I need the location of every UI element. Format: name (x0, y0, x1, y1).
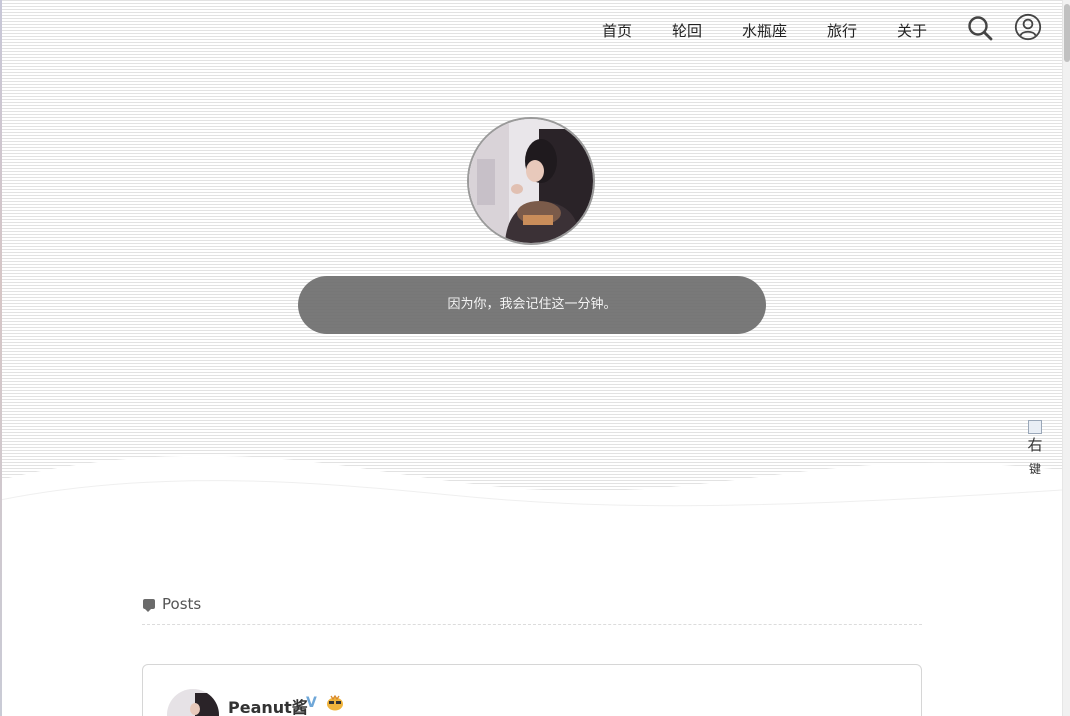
side-widget-label: 右 (1027, 436, 1043, 454)
avatar-photo (469, 119, 593, 243)
nav-item-home[interactable]: 首页 (602, 20, 632, 41)
left-edge-line (0, 0, 2, 716)
post-author-avatar[interactable] (167, 689, 219, 716)
top-nav: 首页 轮回 水瓶座 旅行 关于 (0, 13, 1062, 42)
motto-banner: 因为你，我会记住这一分钟。 (298, 276, 766, 334)
side-widget-sub-label: 键 (1028, 462, 1041, 476)
hero-banner (0, 0, 1062, 540)
page: 首页 轮回 水瓶座 旅行 关于 因为你，我会记住这一分钟。 右 键 Posts … (0, 0, 1070, 716)
emoji-badge-icon (327, 695, 343, 711)
verified-icon: V (306, 695, 317, 711)
search-icon[interactable] (966, 14, 994, 42)
nav-item-travel[interactable]: 旅行 (827, 20, 857, 41)
nav-item-aquarius[interactable]: 水瓶座 (742, 20, 787, 41)
scrollbar[interactable] (1062, 0, 1070, 716)
user-circle-icon[interactable] (1014, 13, 1042, 41)
scrollbar-thumb[interactable] (1064, 4, 1070, 62)
nav-item-about[interactable]: 关于 (897, 20, 927, 41)
posts-title: Posts (162, 595, 202, 613)
hero-wave-decoration (0, 455, 1062, 540)
post-author-name[interactable]: Peanut酱 (228, 694, 308, 716)
posts-section-header: Posts (142, 594, 922, 625)
comment-icon (143, 599, 155, 612)
nav-item-lunhui[interactable]: 轮回 (672, 20, 702, 41)
post-card[interactable]: Peanut酱 V (142, 664, 922, 716)
profile-avatar[interactable] (467, 117, 595, 245)
side-widget[interactable]: 右 键 (1024, 418, 1046, 482)
avatar-photo (167, 689, 219, 716)
broken-image-icon (1028, 420, 1042, 434)
